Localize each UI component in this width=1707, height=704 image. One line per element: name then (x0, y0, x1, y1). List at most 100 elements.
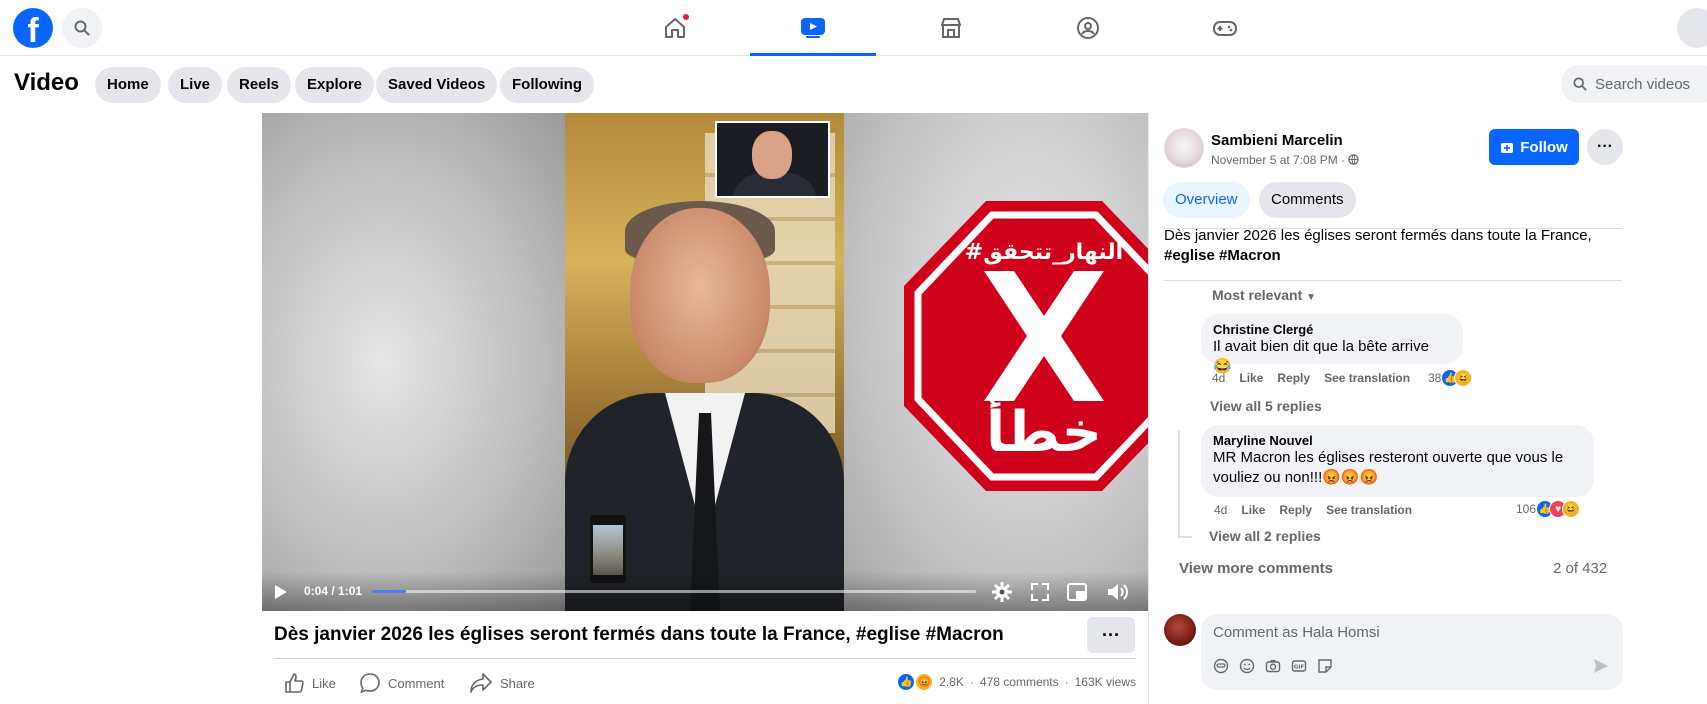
settings-button[interactable] (989, 579, 1015, 605)
fullscreen-icon (1031, 583, 1049, 601)
share-button[interactable]: Share (470, 673, 535, 693)
speaker-face (630, 208, 770, 383)
comment-composer[interactable]: Comment as Hala Homsi GIF (1201, 614, 1623, 690)
comment-icon (360, 673, 380, 693)
comment-actions: 4d Like Reply See translation (1212, 371, 1411, 385)
marketplace-icon (940, 18, 962, 38)
author-name[interactable]: Sambieni Marcelin (1211, 132, 1343, 149)
verdict-overlay: خطأ (986, 395, 1102, 465)
send-button[interactable] (1593, 658, 1609, 679)
gear-icon (992, 582, 1012, 602)
picture-in-picture-button[interactable] (1064, 579, 1090, 605)
groups-icon (1077, 17, 1099, 39)
commenter-name[interactable]: Christine Clergé (1213, 322, 1451, 337)
post-title: Dès janvier 2026 les églises seront ferm… (274, 624, 1004, 645)
avatar-sticker-icon[interactable] (1213, 658, 1229, 674)
commenter-name[interactable]: Maryline Nouvel (1213, 433, 1582, 448)
player-controls: 0:04 / 1:01 (262, 571, 1148, 611)
thumbs-up-icon (285, 673, 304, 693)
pip-icon (1067, 583, 1087, 601)
post-description: Dès janvier 2026 les églises seront ferm… (1164, 227, 1592, 264)
comment-reactions[interactable]: 106 👍 ♥ 😆 (1516, 500, 1581, 518)
comments-count[interactable]: 478 comments (980, 675, 1059, 689)
comment-actions: 4d Like Reply See translation (1214, 503, 1413, 517)
composer-tools: GIF (1213, 658, 1333, 674)
share-icon (470, 673, 492, 693)
video-subnav: Video Home Live Reels Explore Saved Vide… (0, 57, 1707, 112)
pill-explore[interactable]: Explore (295, 67, 375, 103)
share-label: Share (500, 675, 535, 691)
facebook-logo-icon[interactable]: f (13, 8, 53, 48)
camera-icon[interactable] (1265, 658, 1281, 674)
comment-text: MR Macron les églises resteront ouverte … (1213, 449, 1564, 466)
tab-home[interactable] (612, 0, 738, 56)
progress-fill (372, 590, 406, 593)
tab-groups[interactable] (1025, 0, 1151, 56)
emoji-icon[interactable] (1239, 658, 1255, 674)
fact-check-false-stop-sign: #النهار_تتحقق خطأ (904, 201, 1148, 491)
sticker-icon[interactable] (1317, 658, 1333, 674)
fullscreen-button[interactable] (1027, 579, 1053, 605)
play-button[interactable] (268, 579, 294, 605)
comment-text-line2: vouliez ou non!!!😡😡😡 (1213, 469, 1379, 486)
view-more-comments-link[interactable]: View more comments (1179, 560, 1333, 577)
comment-bubble: Christine Clergé Il avait bien dit que l… (1201, 314, 1463, 375)
pill-live[interactable]: Live (168, 67, 223, 103)
haha-reaction-icon: 😆 (1454, 369, 1473, 387)
search-icon (1573, 77, 1587, 91)
tab-overview[interactable]: Overview (1163, 182, 1250, 218)
pill-home[interactable]: Home (95, 67, 161, 103)
globe-icon (1348, 154, 1360, 165)
haha-reaction-icon: 😆 (1562, 500, 1581, 518)
pill-saved-videos[interactable]: Saved Videos (376, 67, 498, 103)
post-more-button[interactable]: ··· (1087, 617, 1135, 653)
blurred-background-left (262, 113, 565, 611)
top-navigation-bar: f (0, 0, 1707, 56)
volume-icon (1108, 584, 1128, 600)
current-user-avatar[interactable] (1164, 614, 1196, 646)
comment-sort-dropdown[interactable]: Most relevant ▼ (1212, 287, 1316, 303)
hashtag-overlay: #النهار_تتحقق (965, 240, 1123, 265)
search-icon (74, 20, 90, 36)
gif-icon[interactable]: GIF (1291, 658, 1307, 674)
comment-pagination: 2 of 432 (1553, 560, 1608, 577)
time-display: 0:04 / 1:01 (304, 584, 363, 598)
reaction-count[interactable]: 2.8K (939, 675, 964, 689)
tab-comments[interactable]: Comments (1259, 182, 1356, 218)
tab-gaming[interactable] (1162, 0, 1288, 56)
search-videos-input[interactable]: Search videos (1561, 65, 1707, 103)
sidebar-divider (1148, 113, 1149, 704)
progress-bar[interactable] (372, 590, 976, 593)
views-count: 163K views (1074, 675, 1136, 689)
play-icon (275, 585, 287, 599)
gaming-icon (1213, 21, 1237, 36)
volume-button[interactable] (1105, 579, 1131, 605)
divider (274, 658, 1136, 659)
follow-icon (1501, 143, 1514, 153)
video-frame (565, 113, 844, 611)
pill-reels[interactable]: Reels (227, 67, 292, 103)
svg-text:GIF: GIF (1294, 665, 1305, 671)
follow-button[interactable]: Follow (1489, 129, 1579, 165)
video-player[interactable]: #النهار_تتحقق خطأ 0:04 / 1:01 (262, 113, 1148, 611)
tab-marketplace[interactable] (888, 0, 1014, 56)
comment-button[interactable]: Comment (360, 673, 444, 693)
comment-reactions[interactable]: 38 👍 😆 (1428, 369, 1473, 387)
chevron-down-icon: ▼ (1306, 292, 1317, 303)
page-title: Video (14, 69, 79, 96)
pill-following[interactable]: Following (500, 67, 594, 103)
view-replies-link[interactable]: View all 5 replies (1210, 398, 1322, 414)
send-icon (1594, 659, 1608, 673)
tab-video[interactable] (750, 0, 876, 56)
profile-menu-button[interactable] (1677, 8, 1707, 48)
view-replies-link[interactable]: View all 2 replies (1209, 528, 1321, 544)
author-avatar[interactable] (1164, 128, 1204, 168)
sidebar-more-button[interactable]: ··· (1587, 129, 1623, 165)
comment-bubble: Maryline Nouvel MR Macron les églises re… (1201, 425, 1594, 497)
video-icon (801, 17, 825, 38)
notification-dot (682, 13, 690, 21)
like-reaction-icon: 👍 (897, 673, 916, 691)
like-button[interactable]: Like (284, 673, 336, 693)
search-button[interactable] (62, 8, 102, 48)
comment-input-placeholder[interactable]: Comment as Hala Homsi (1213, 624, 1380, 641)
